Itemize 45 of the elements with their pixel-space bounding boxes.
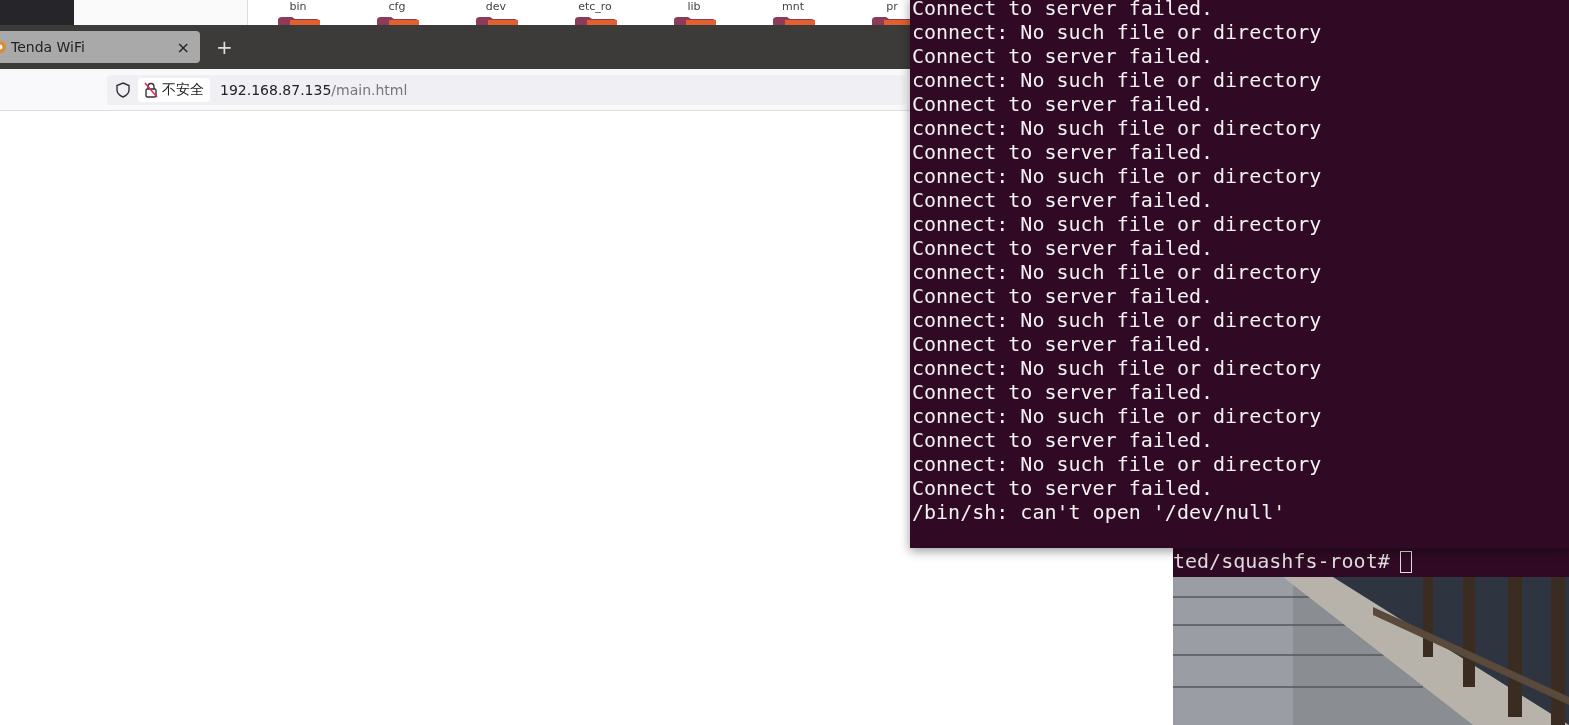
terminal-line: Connect to server failed. (912, 0, 1214, 20)
not-secure-badge[interactable]: 不安全 (138, 77, 210, 102)
terminal-line: Connect to server failed. (912, 44, 1214, 68)
shield-icon[interactable] (116, 81, 130, 98)
new-tab-button[interactable]: + (208, 35, 241, 59)
folder-label: pr (886, 0, 898, 14)
terminal-line: Connect to server failed. (912, 188, 1214, 212)
terminal-line: connect: No such file or directory (912, 20, 1322, 44)
terminal-line: /bin/sh: can't open '/dev/null' (912, 500, 1286, 524)
terminal-line: Connect to server failed. (912, 476, 1214, 500)
terminal-line: Connect to server failed. (912, 236, 1214, 260)
text-cursor (1399, 551, 1412, 573)
folder-label: cfg (388, 0, 406, 14)
terminal-line: connect: No such file or directory (912, 212, 1322, 236)
terminal-line: connect: No such file or directory (912, 356, 1322, 380)
folder-label: etc_ro (578, 0, 612, 14)
terminal-prompt: ted/squashfs-root# (1173, 549, 1390, 573)
terminal-line: connect: No such file or directory (912, 260, 1322, 284)
folder-icon[interactable] (771, 17, 815, 25)
terminal-line: Connect to server failed. (912, 428, 1214, 452)
address-bar[interactable]: 不安全 192.168.87.135/main.html (107, 74, 905, 105)
browser-tab[interactable]: Tenda WiFi × (0, 31, 200, 63)
folder-icon[interactable] (573, 17, 617, 25)
folder-icon[interactable] (375, 17, 419, 25)
folder-label: dev (485, 0, 507, 14)
terminal-line: Connect to server failed. (912, 284, 1214, 308)
terminal-line: Connect to server failed. (912, 380, 1214, 404)
terminal-line: connect: No such file or directory (912, 308, 1322, 332)
folder-label: lib (687, 0, 701, 14)
close-tab-button[interactable]: × (174, 37, 192, 57)
folder-label: mnt (782, 0, 804, 14)
folder-icon[interactable] (672, 17, 716, 25)
terminal-line: Connect to server failed. (912, 140, 1214, 164)
terminal-line: connect: No such file or directory (912, 68, 1322, 92)
folder-icon[interactable] (474, 17, 518, 25)
terminal-line: connect: No such file or directory (912, 404, 1322, 428)
folder-icon[interactable] (276, 17, 320, 25)
terminal-line: Connect to server failed. (912, 92, 1214, 116)
terminal-line: connect: No such file or directory (912, 116, 1322, 140)
folder-label: bin (289, 0, 307, 14)
terminal-line: connect: No such file or directory (912, 452, 1322, 476)
lock-slash-icon (144, 81, 158, 98)
url-text: 192.168.87.135/main.html (220, 81, 408, 98)
terminal-line: Connect to server failed. (912, 332, 1214, 356)
terminal-line: connect: No such file or directory (912, 164, 1322, 188)
